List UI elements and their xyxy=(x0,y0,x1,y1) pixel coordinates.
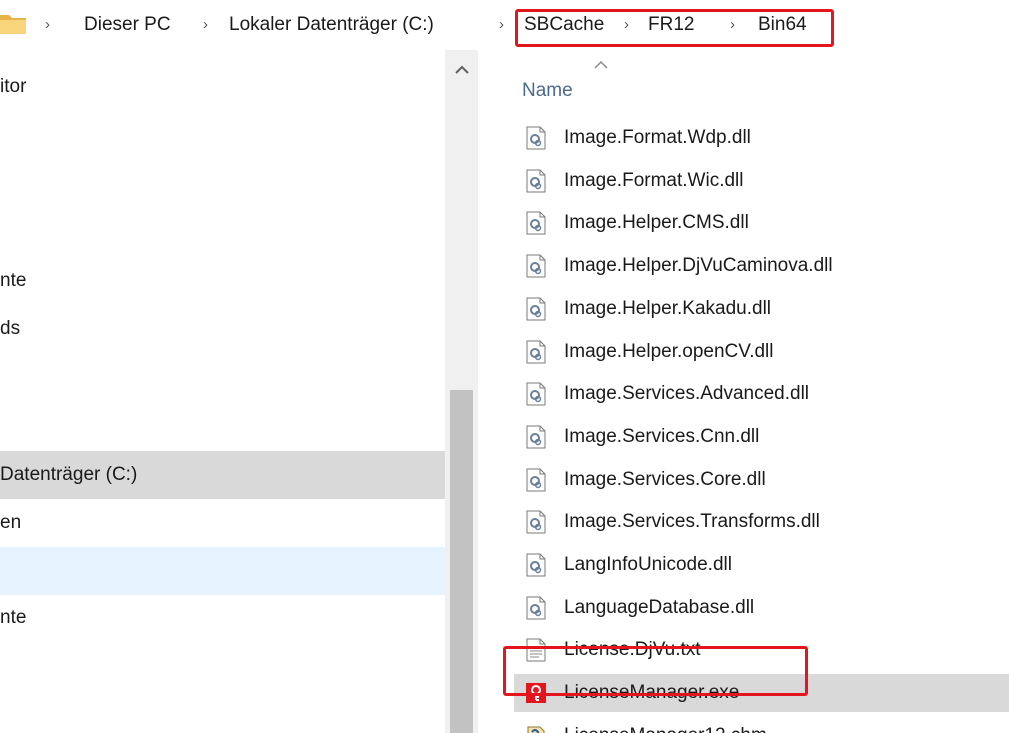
file-row[interactable]: LanguageDatabase.dll xyxy=(514,589,1009,627)
file-row[interactable]: Image.Services.Advanced.dll xyxy=(514,375,1009,413)
file-row[interactable]: Image.Services.Cnn.dll xyxy=(514,418,1009,456)
nav-item-label: nte xyxy=(0,607,27,628)
chm-file-icon xyxy=(525,724,547,733)
scrollbar-thumb[interactable] xyxy=(450,390,473,733)
nav-item-label: en xyxy=(0,512,22,533)
dll-file-icon xyxy=(525,425,547,449)
dll-file-icon xyxy=(525,553,547,577)
scroll-up-button[interactable] xyxy=(445,50,478,90)
file-row[interactable]: Image.Helper.openCV.dll xyxy=(514,333,1009,371)
navigation-pane[interactable]: itor nte ds Datenträger (C:) en nte xyxy=(0,50,478,733)
dll-file-icon xyxy=(525,297,547,321)
dll-file-icon xyxy=(525,126,547,150)
file-row[interactable]: Image.Format.Wdp.dll xyxy=(514,119,1009,157)
sort-ascending-icon[interactable] xyxy=(594,60,608,70)
nav-pane-scrollbar[interactable] xyxy=(445,50,478,733)
nav-item-label: Datenträger (C:) xyxy=(0,464,138,485)
nav-item-label: itor xyxy=(0,76,27,97)
highlight-box-license-manager xyxy=(503,646,808,696)
nav-item-local-disk[interactable]: Datenträger (C:) xyxy=(0,451,445,499)
file-name: Image.Helper.openCV.dll xyxy=(564,340,774,362)
file-name: Image.Services.Cnn.dll xyxy=(564,425,760,447)
file-name: LangInfoUnicode.dll xyxy=(564,554,732,575)
file-name: Image.Services.Core.dll xyxy=(564,468,766,490)
file-name: LanguageDatabase.dll xyxy=(564,596,755,618)
file-row[interactable]: Image.Services.Transforms.dll xyxy=(514,503,1009,541)
column-header-name[interactable]: Name xyxy=(522,80,573,102)
breadcrumb-chevron-icon[interactable]: › xyxy=(45,13,50,37)
file-row[interactable]: Image.Helper.DjVuCaminova.dll xyxy=(514,247,1009,285)
file-row[interactable]: Image.Format.Wic.dll xyxy=(514,162,1009,200)
file-name: Image.Services.Advanced.dll xyxy=(564,383,810,405)
file-name: Image.Services.Transforms.dll xyxy=(564,511,820,533)
nav-item-label: nte xyxy=(0,270,27,291)
file-row[interactable]: Image.Helper.Kakadu.dll xyxy=(514,290,1009,328)
file-name: Image.Helper.DjVuCaminova.dll xyxy=(564,255,833,277)
dll-file-icon xyxy=(525,169,547,193)
breadcrumb-chevron-icon[interactable]: › xyxy=(499,13,504,37)
highlight-box-path xyxy=(515,9,834,47)
folder-icon xyxy=(0,15,26,34)
dll-file-icon xyxy=(525,340,547,364)
nav-item[interactable]: ds xyxy=(0,305,445,353)
breadcrumb-dieser-pc[interactable]: Dieser PC xyxy=(84,13,171,37)
dll-file-icon xyxy=(525,468,547,492)
file-row[interactable]: Image.Helper.CMS.dll xyxy=(514,204,1009,242)
dll-file-icon xyxy=(525,596,547,620)
nav-item[interactable]: en xyxy=(0,499,445,547)
file-name: Image.Helper.CMS.dll xyxy=(564,212,749,234)
nav-item-label: ds xyxy=(0,318,21,339)
breadcrumb-lokaler-datentraeger[interactable]: Lokaler Datenträger (C:) xyxy=(229,13,434,37)
nav-item-hovered[interactable] xyxy=(0,547,445,595)
file-row[interactable]: LicenseManager12.chm xyxy=(514,717,1009,733)
dll-file-icon xyxy=(525,211,547,235)
dll-file-icon xyxy=(525,510,547,534)
dll-file-icon xyxy=(525,382,547,406)
chevron-up-icon xyxy=(454,65,469,74)
file-name: LicenseManager12.chm xyxy=(564,717,767,733)
file-row[interactable]: Image.Services.Core.dll xyxy=(514,461,1009,499)
nav-item[interactable]: itor xyxy=(0,63,445,111)
nav-item[interactable]: nte xyxy=(0,594,445,642)
file-name: Image.Format.Wdp.dll xyxy=(564,127,751,148)
file-list[interactable]: Name Image.Format.Wdp.dll Image.Format.Wi… xyxy=(478,50,1009,733)
file-name: Image.Helper.Kakadu.dll xyxy=(564,297,772,319)
breadcrumb-chevron-icon[interactable]: › xyxy=(203,13,208,37)
file-name: Image.Format.Wic.dll xyxy=(564,169,744,191)
file-row[interactable]: LangInfoUnicode.dll xyxy=(514,546,1009,584)
nav-item[interactable]: nte xyxy=(0,257,445,305)
dll-file-icon xyxy=(525,254,547,278)
address-bar[interactable]: › Dieser PC › Lokaler Datenträger (C:) ›… xyxy=(0,0,1009,50)
